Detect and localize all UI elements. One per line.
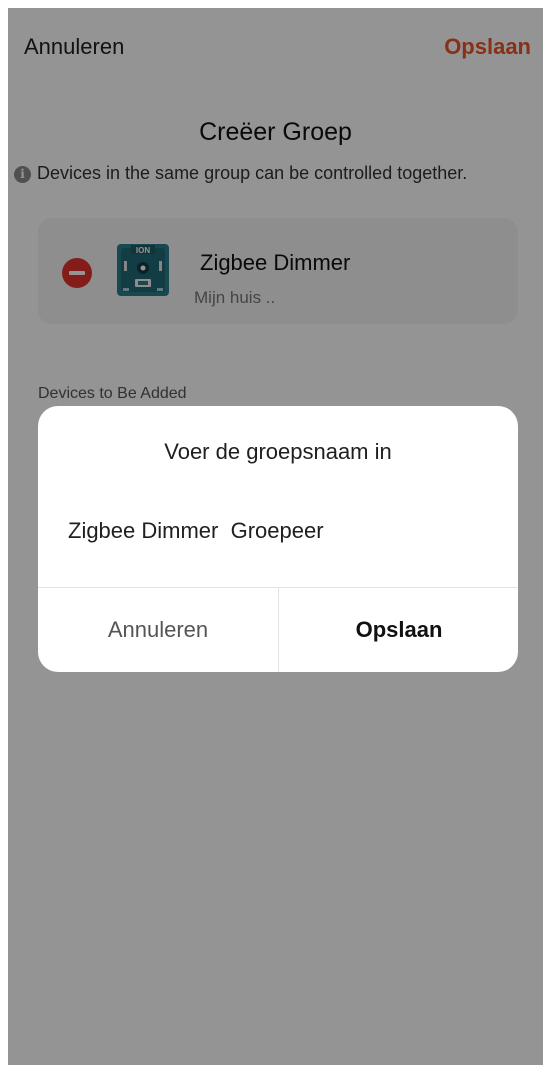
group-name-dialog: Voer de groepsnaam in Annuleren Opslaan — [38, 406, 518, 672]
dialog-cancel-button[interactable]: Annuleren — [38, 588, 278, 672]
group-name-input[interactable] — [68, 518, 488, 544]
dialog-title: Voer de groepsnaam in — [164, 439, 392, 464]
app-screen: Annuleren Opslaan Creëer Groep i Devices … — [8, 8, 543, 1065]
dialog-save-button[interactable]: Opslaan — [279, 588, 518, 672]
